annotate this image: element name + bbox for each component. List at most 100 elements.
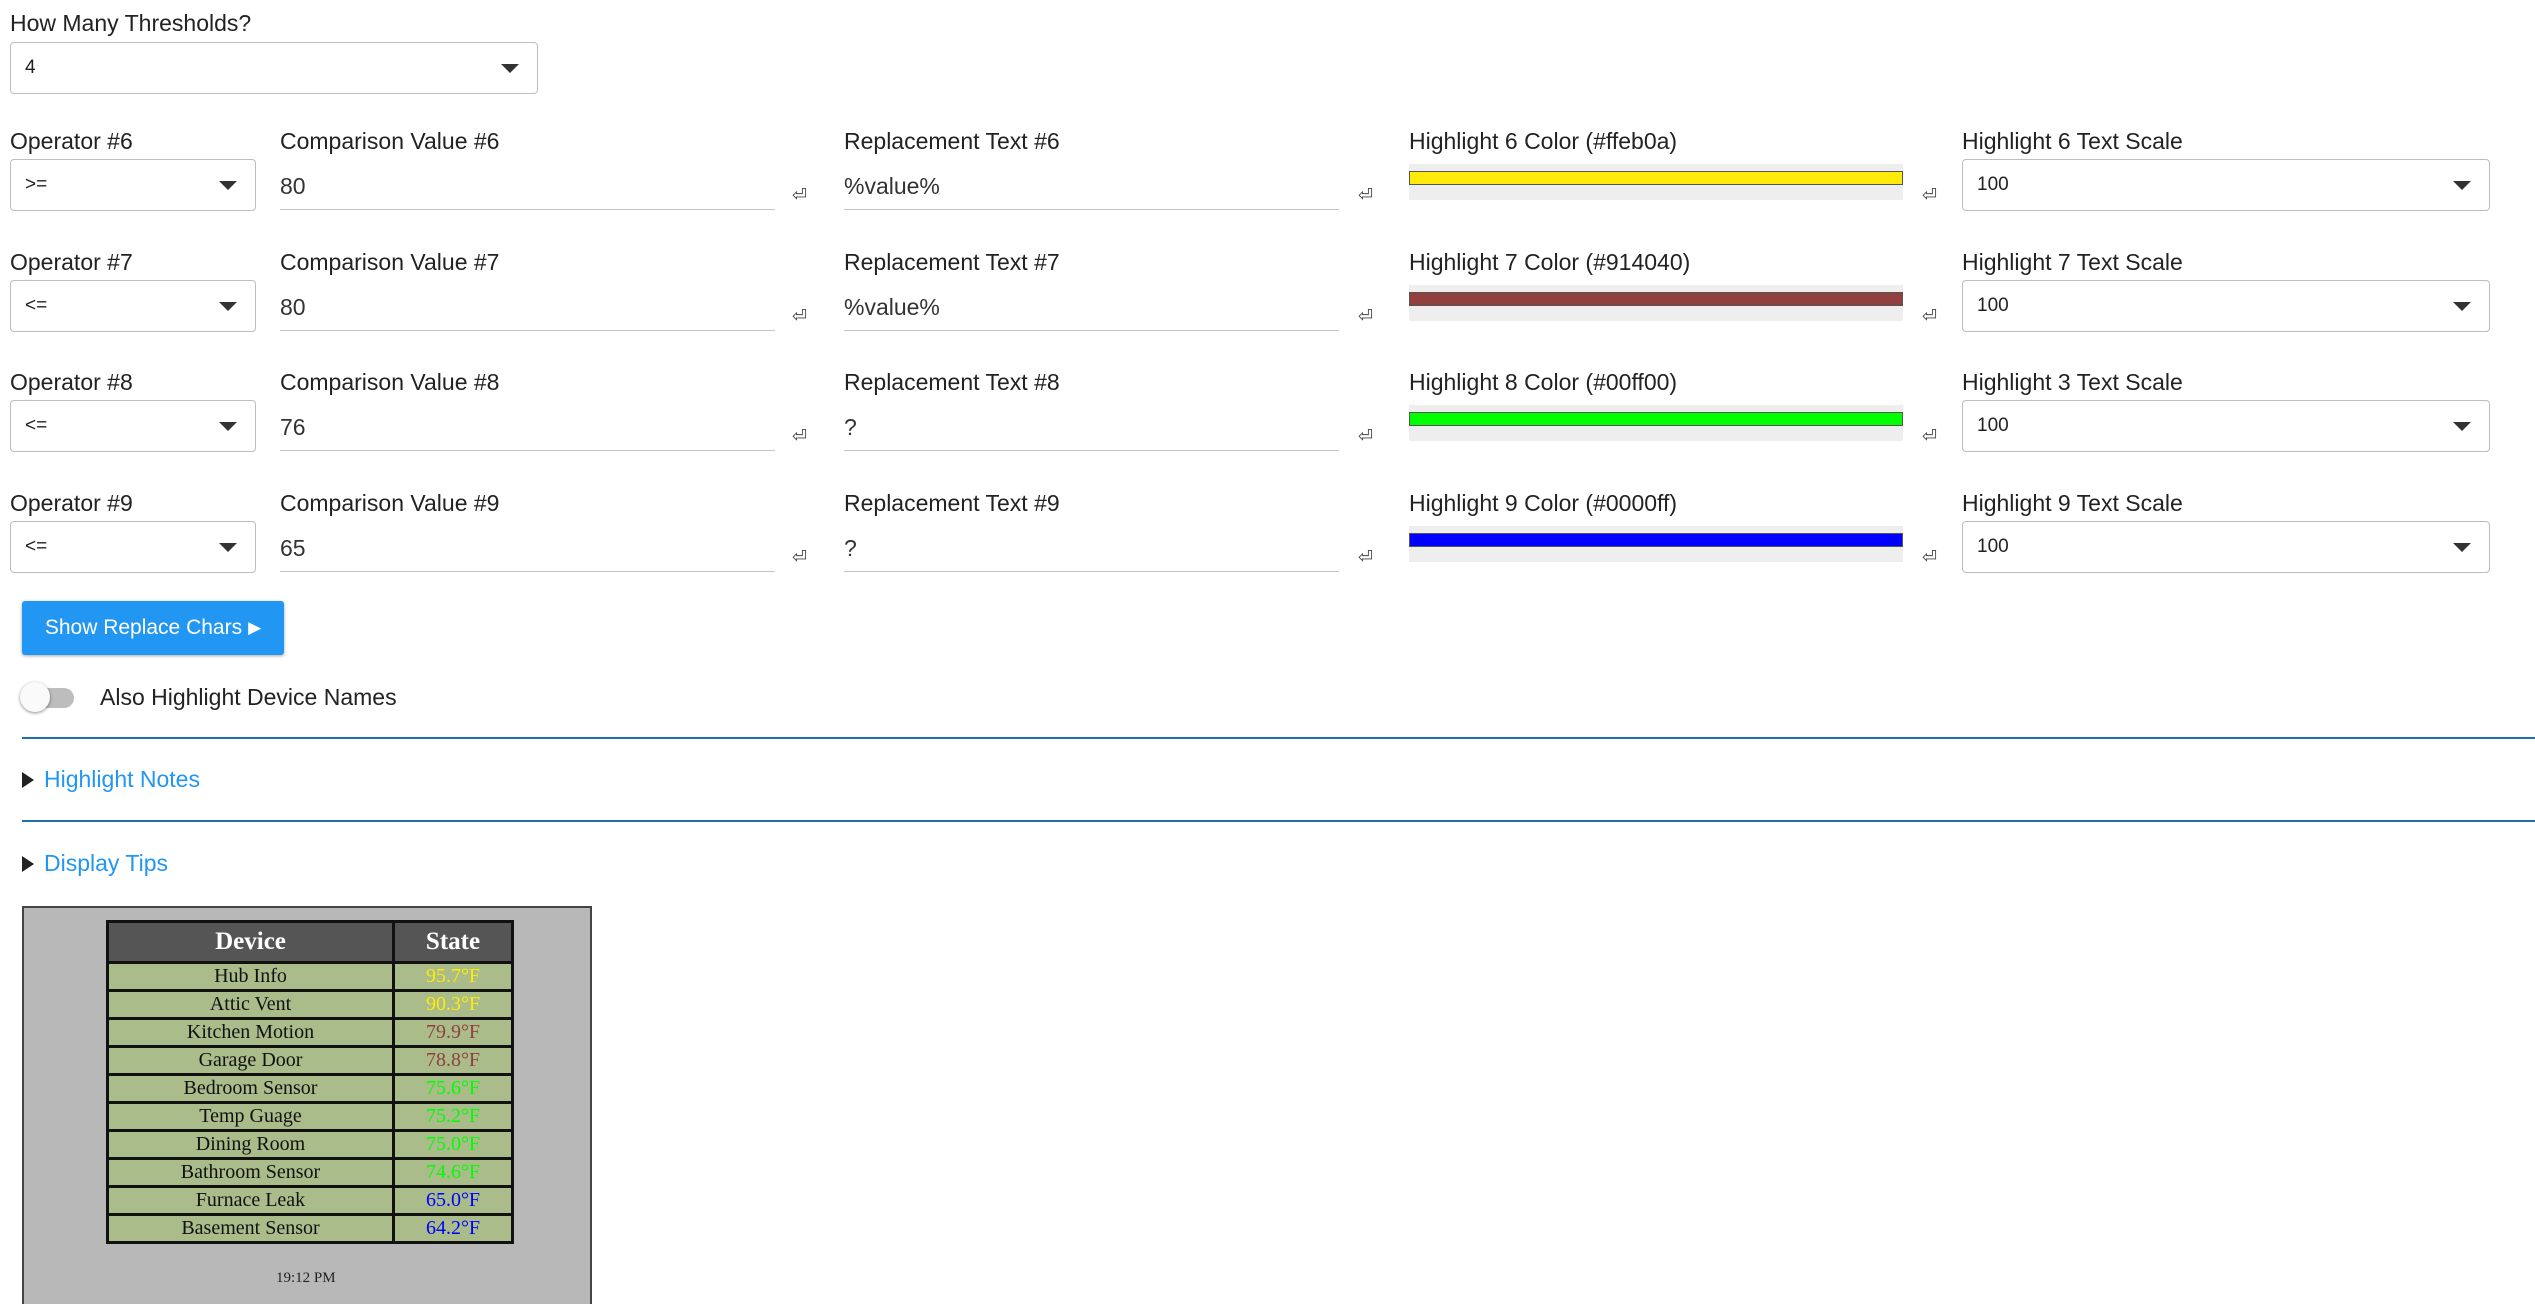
toggle-knob[interactable]: [20, 682, 50, 712]
table-row: Furnace Leak 65.0°F: [106, 1185, 514, 1216]
enter-icon[interactable]: ⏎: [792, 547, 807, 568]
enter-icon[interactable]: ⏎: [1922, 426, 1937, 447]
chevron-down-icon: [2453, 543, 2471, 552]
operator-select[interactable]: >=: [10, 159, 256, 211]
operator-select[interactable]: <=: [10, 521, 256, 573]
replacement-label: Replacement Text #8: [844, 369, 1060, 395]
device-state-cell: 75.0°F: [392, 1129, 514, 1160]
device-state-cell: 74.6°F: [392, 1157, 514, 1188]
color-swatch: [1409, 171, 1903, 185]
expand-triangle-icon[interactable]: [22, 772, 34, 788]
chevron-down-icon: [2453, 422, 2471, 431]
replacement-input[interactable]: ?: [844, 526, 1339, 572]
replacement-input[interactable]: %value%: [844, 164, 1339, 210]
comparison-input[interactable]: 80: [280, 164, 775, 210]
replacement-value: %value%: [844, 294, 940, 320]
text-scale-label: Highlight 7 Text Scale: [1962, 249, 2183, 275]
chevron-down-icon: [219, 422, 237, 431]
device-state-cell: 75.6°F: [392, 1073, 514, 1104]
color-picker[interactable]: [1409, 164, 1903, 200]
operator-select[interactable]: <=: [10, 280, 256, 332]
text-scale-label: Highlight 3 Text Scale: [1962, 369, 2183, 395]
enter-icon[interactable]: ⏎: [1358, 306, 1373, 327]
divider: [22, 737, 2535, 739]
expand-triangle-icon[interactable]: [22, 856, 34, 872]
chevron-down-icon: [219, 181, 237, 190]
device-name-cell: Attic Vent: [106, 989, 395, 1020]
comparison-value: 76: [280, 414, 306, 440]
operator-label: Operator #8: [10, 369, 133, 395]
comparison-label: Comparison Value #7: [280, 249, 500, 275]
table-row: Attic Vent 90.3°F: [106, 989, 514, 1020]
divider: [22, 820, 2535, 822]
device-name-cell: Temp Guage: [106, 1101, 395, 1132]
table-row: Temp Guage 75.2°F: [106, 1101, 514, 1132]
text-scale-select[interactable]: 100: [1962, 400, 2490, 452]
text-scale-value: 100: [1977, 536, 2009, 557]
device-state-cell: 78.8°F: [392, 1045, 514, 1076]
enter-icon[interactable]: ⏎: [1922, 185, 1937, 206]
chevron-down-icon: [219, 302, 237, 311]
replacement-input[interactable]: %value%: [844, 285, 1339, 331]
color-swatch: [1409, 412, 1903, 426]
display-tips-link[interactable]: Display Tips: [44, 850, 168, 877]
device-name-cell: Hub Info: [106, 961, 395, 992]
comparison-input[interactable]: 76: [280, 405, 775, 451]
device-state-cell: 79.9°F: [392, 1017, 514, 1048]
enter-icon[interactable]: ⏎: [1358, 185, 1373, 206]
operator-value: <=: [25, 415, 48, 436]
text-scale-label: Highlight 6 Text Scale: [1962, 128, 2183, 154]
comparison-label: Comparison Value #8: [280, 369, 500, 395]
enter-icon[interactable]: ⏎: [792, 185, 807, 206]
comparison-value: 80: [280, 294, 306, 320]
text-scale-select[interactable]: 100: [1962, 280, 2490, 332]
color-label: Highlight 6 Color (#ffeb0a): [1409, 128, 1678, 154]
enter-icon[interactable]: ⏎: [792, 306, 807, 327]
replacement-value: ?: [844, 414, 857, 440]
text-scale-value: 100: [1977, 174, 2009, 195]
color-picker[interactable]: [1409, 405, 1903, 441]
table-row: Kitchen Motion 79.9°F: [106, 1017, 514, 1048]
device-name-cell: Dining Room: [106, 1129, 395, 1160]
enter-icon[interactable]: ⏎: [1922, 547, 1937, 568]
operator-value: <=: [25, 295, 48, 316]
operator-select[interactable]: <=: [10, 400, 256, 452]
chevron-down-icon: [2453, 302, 2471, 311]
device-state-cell: 65.0°F: [392, 1185, 514, 1216]
color-swatch: [1409, 533, 1903, 547]
comparison-input[interactable]: 65: [280, 526, 775, 572]
enter-icon[interactable]: ⏎: [1358, 426, 1373, 447]
color-picker[interactable]: [1409, 526, 1903, 562]
text-scale-value: 100: [1977, 295, 2009, 316]
text-scale-select[interactable]: 100: [1962, 521, 2490, 573]
thresholds-select[interactable]: 4: [10, 42, 538, 94]
comparison-value: 65: [280, 535, 306, 561]
comparison-input[interactable]: 80: [280, 285, 775, 331]
enter-icon[interactable]: ⏎: [792, 426, 807, 447]
device-name-cell: Garage Door: [106, 1045, 395, 1076]
operator-value: <=: [25, 536, 48, 557]
device-state-cell: 95.7°F: [392, 961, 514, 992]
comparison-value: 80: [280, 173, 306, 199]
table-row: Bedroom Sensor 75.6°F: [106, 1073, 514, 1104]
device-state-cell: 75.2°F: [392, 1101, 514, 1132]
device-state-cell: 64.2°F: [392, 1213, 514, 1244]
device-table: Device State Hub Info 95.7°F Attic Vent 90.…: [106, 920, 514, 1244]
device-name-cell: Kitchen Motion: [106, 1017, 395, 1048]
operator-label: Operator #7: [10, 249, 133, 275]
show-replace-chars-button[interactable]: Show Replace Chars ▶: [22, 601, 284, 655]
table-row: Dining Room 75.0°F: [106, 1129, 514, 1160]
device-name-cell: Basement Sensor: [106, 1213, 395, 1244]
device-name-cell: Furnace Leak: [106, 1185, 395, 1216]
table-row: Basement Sensor 64.2°F: [106, 1213, 514, 1244]
replacement-label: Replacement Text #7: [844, 249, 1060, 275]
replacement-value: ?: [844, 535, 857, 561]
highlight-notes-link[interactable]: Highlight Notes: [44, 766, 200, 793]
enter-icon[interactable]: ⏎: [1358, 547, 1373, 568]
timestamp: 19:12 PM: [276, 1270, 336, 1286]
color-picker[interactable]: [1409, 285, 1903, 321]
enter-icon[interactable]: ⏎: [1922, 306, 1937, 327]
replacement-input[interactable]: ?: [844, 405, 1339, 451]
text-scale-select[interactable]: 100: [1962, 159, 2490, 211]
replacement-label: Replacement Text #6: [844, 128, 1060, 154]
